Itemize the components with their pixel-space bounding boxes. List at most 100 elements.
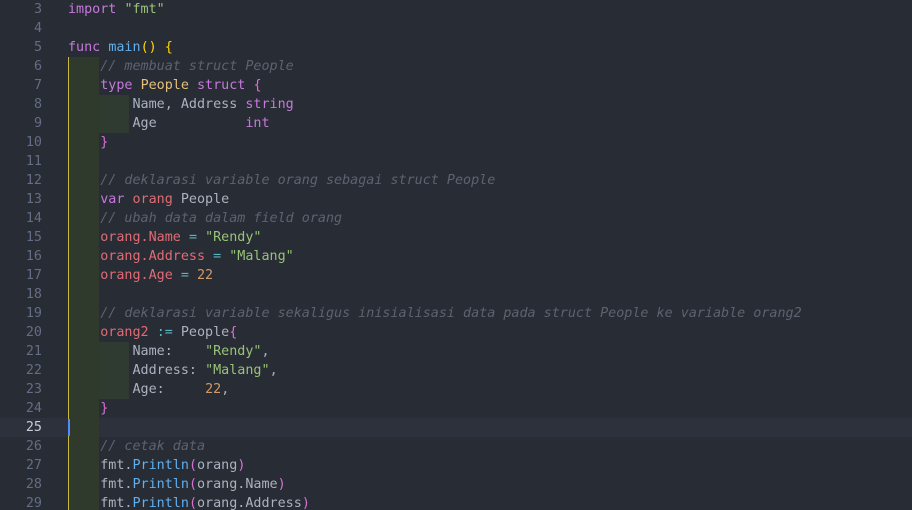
code-line[interactable]: 5 func main() { <box>0 38 912 57</box>
code-line[interactable]: 10 } <box>0 133 912 152</box>
code-text[interactable]: func main() { <box>68 38 173 57</box>
line-number: 23 <box>25 382 42 397</box>
line-number: 24 <box>25 401 42 416</box>
code-token: fmt. <box>100 496 133 510</box>
code-text[interactable]: // cetak data <box>68 437 205 456</box>
code-line[interactable]: 26 // cetak data <box>0 437 912 456</box>
code-token: "Malang" <box>205 363 270 378</box>
code-token: Name, Address <box>100 97 246 112</box>
code-token: import <box>68 2 117 17</box>
code-text[interactable]: type People struct { <box>68 76 261 95</box>
code-text[interactable]: // deklarasi variable sekaligus inisiali… <box>68 304 802 323</box>
code-token: ( <box>188 458 197 473</box>
line-number: 10 <box>25 135 42 150</box>
code-token: 22 <box>205 382 222 397</box>
line-number: 17 <box>25 268 42 283</box>
code-token: := <box>156 325 173 340</box>
code-line[interactable]: 3 import "fmt" <box>0 0 912 19</box>
code-line[interactable]: 19 // deklarasi variable sekaligus inisi… <box>0 304 912 323</box>
code-token: ) <box>301 496 310 510</box>
code-text[interactable]: fmt.Println(orang) <box>68 456 245 475</box>
code-text[interactable]: fmt.Println(orang.Name) <box>68 475 286 494</box>
code-token: Println <box>132 496 189 510</box>
code-token: , <box>261 344 270 359</box>
code-text[interactable]: } <box>68 399 108 418</box>
code-text[interactable]: // membuat struct People <box>68 57 294 76</box>
code-text[interactable]: orang.Name = "Rendy" <box>68 228 261 247</box>
code-line[interactable]: 29 fmt.Println(orang.Address) <box>0 494 912 510</box>
code-line[interactable]: 21 Name: "Rendy", <box>0 342 912 361</box>
code-token: "fmt" <box>124 2 165 17</box>
code-token: main <box>108 40 141 55</box>
indent-guide <box>68 285 99 304</box>
code-line[interactable]: 16 orang.Address = "Malang" <box>0 247 912 266</box>
code-token: "Rendy" <box>205 344 262 359</box>
code-line[interactable]: 4 <box>0 19 912 38</box>
code-text[interactable]: Name, Address string <box>68 95 293 114</box>
code-text[interactable]: // ubah data dalam field orang <box>68 209 342 228</box>
code-line[interactable]: 8 Name, Address string <box>0 95 912 114</box>
code-text[interactable]: Age: 22, <box>68 380 229 399</box>
line-number: 15 <box>25 230 42 245</box>
code-line[interactable]: 11 <box>0 152 912 171</box>
code-editor[interactable]: 3 import "fmt" 4 5 func main() {6 // membuat… <box>0 0 912 510</box>
code-line[interactable]: 27 fmt.Println(orang) <box>0 456 912 475</box>
line-number: 9 <box>33 116 42 131</box>
line-number: 6 <box>33 59 42 74</box>
code-line[interactable]: 12 // deklarasi variable orang sebagai s… <box>0 171 912 190</box>
code-line[interactable]: 18 <box>0 285 912 304</box>
code-token: orang.Address <box>197 496 302 510</box>
code-token: orang <box>197 458 238 473</box>
code-text[interactable]: Address: "Malang", <box>68 361 278 380</box>
code-token: orang <box>132 192 173 207</box>
code-text[interactable]: orang.Age = 22 <box>68 266 213 285</box>
code-token: () <box>140 40 157 55</box>
code-line[interactable]: 13 var orang People <box>0 190 912 209</box>
code-text[interactable]: orang.Address = "Malang" <box>68 247 294 266</box>
code-token: { <box>229 325 238 340</box>
code-text[interactable]: import "fmt" <box>68 0 165 19</box>
code-token: fmt. <box>100 477 133 492</box>
line-number: 8 <box>33 97 42 112</box>
code-text[interactable]: } <box>68 133 108 152</box>
code-line[interactable]: 15 orang.Name = "Rendy" <box>0 228 912 247</box>
code-line[interactable]: 23 Age: 22, <box>0 380 912 399</box>
code-line[interactable]: 24 } <box>0 399 912 418</box>
code-token: // cetak data <box>100 439 206 454</box>
line-number: 12 <box>25 173 42 188</box>
code-token: ) <box>277 477 286 492</box>
code-text[interactable]: Name: "Rendy", <box>68 342 270 361</box>
line-number: 19 <box>25 306 42 321</box>
code-text[interactable]: Age int <box>68 114 270 133</box>
line-number: 28 <box>25 477 42 492</box>
code-text[interactable]: // deklarasi variable orang sebagai stru… <box>68 171 495 190</box>
code-line[interactable]: 28 fmt.Println(orang.Name) <box>0 475 912 494</box>
code-token: = <box>188 230 197 245</box>
code-token: People <box>140 78 189 93</box>
line-number: 11 <box>25 154 42 169</box>
code-text[interactable]: fmt.Println(orang.Address) <box>68 494 310 510</box>
code-token: orang2 <box>100 325 149 340</box>
code-text[interactable]: var orang People <box>68 190 229 209</box>
code-token: int <box>245 116 270 131</box>
code-line[interactable]: 25 <box>0 418 912 437</box>
code-token: orang.Name <box>100 230 181 245</box>
code-line[interactable]: 17 orang.Age = 22 <box>0 266 912 285</box>
code-token: // deklarasi variable sekaligus inisiali… <box>100 306 802 321</box>
code-token: orang.Name <box>197 477 278 492</box>
code-token: fmt. <box>100 458 133 473</box>
code-token: // membuat struct People <box>100 59 294 74</box>
code-line[interactable]: 14 // ubah data dalam field orang <box>0 209 912 228</box>
code-text[interactable]: orang2 := People{ <box>68 323 237 342</box>
line-number: 4 <box>33 21 42 36</box>
code-line[interactable]: 6 // membuat struct People <box>0 57 912 76</box>
code-line[interactable]: 22 Address: "Malang", <box>0 361 912 380</box>
code-token: , <box>269 363 278 378</box>
code-line[interactable]: 7 type People struct { <box>0 76 912 95</box>
code-line[interactable]: 20 orang2 := People{ <box>0 323 912 342</box>
code-line[interactable]: 9 Age int <box>0 114 912 133</box>
code-token: People <box>172 325 230 340</box>
